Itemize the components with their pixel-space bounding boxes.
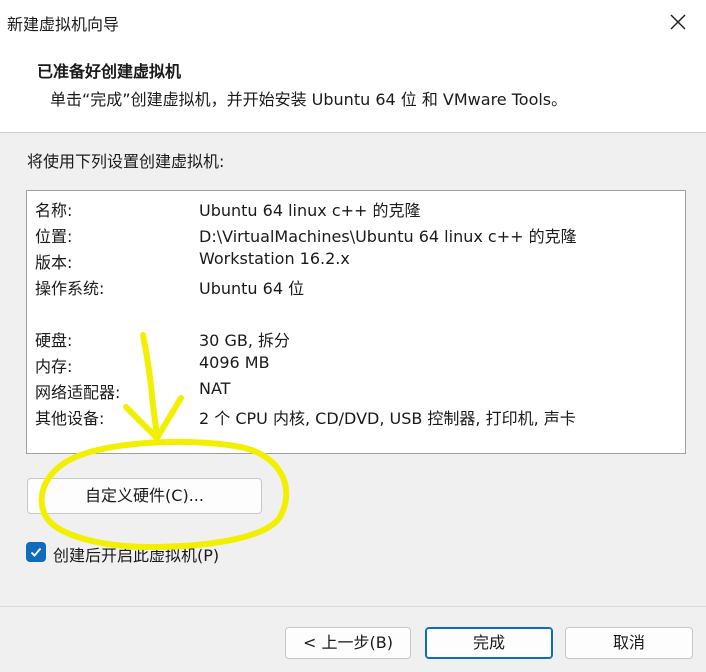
setting-value: Workstation 16.2.x — [199, 249, 350, 268]
wizard-header: 已准备好创建虚拟机 单击“完成”创建虚拟机，并开始安装 Ubuntu 64 位 … — [0, 44, 706, 133]
setting-value: 30 GB, 拆分 — [199, 331, 290, 350]
power-on-label[interactable]: 创建后开启此虚拟机(P) — [53, 542, 219, 566]
finish-button[interactable]: 完成 — [425, 627, 553, 659]
setting-label: 内存: — [35, 357, 73, 376]
setting-value: NAT — [199, 379, 231, 398]
setting-label: 硬盘: — [35, 331, 73, 350]
title-bar: 新建虚拟机向导 — [0, 0, 706, 44]
setting-label: 版本: — [35, 253, 73, 272]
setting-value: Ubuntu 64 linux c++ 的克隆 — [199, 201, 421, 220]
setting-value: D:\VirtualMachines\Ubuntu 64 linux c++ 的… — [199, 227, 577, 246]
setting-value: 4096 MB — [199, 353, 270, 372]
window-title: 新建虚拟机向导 — [7, 15, 120, 34]
cancel-button[interactable]: 取消 — [565, 627, 693, 659]
checkmark-icon — [30, 547, 42, 557]
setting-value: Ubuntu 64 位 — [199, 279, 305, 298]
setting-value: 2 个 CPU 内核, CD/DVD, USB 控制器, 打印机, 声卡 — [199, 409, 576, 428]
footer-divider — [0, 606, 706, 607]
setting-label: 网络适配器: — [35, 383, 121, 402]
power-on-checkbox[interactable] — [26, 542, 46, 562]
close-icon — [670, 14, 686, 30]
setting-label: 位置: — [35, 227, 73, 246]
back-button[interactable]: < 上一步(B) — [285, 627, 411, 659]
setting-label: 操作系统: — [35, 279, 105, 298]
setting-label: 名称: — [35, 201, 73, 220]
setting-label: 其他设备: — [35, 409, 105, 428]
settings-summary: 名称: Ubuntu 64 linux c++ 的克隆 位置: D:\Virtu… — [26, 190, 686, 454]
settings-intro: 将使用下列设置创建虚拟机: — [27, 152, 225, 171]
header-subtitle: 单击“完成”创建虚拟机，并开始安装 Ubuntu 64 位 和 VMware T… — [50, 90, 568, 109]
close-button[interactable] — [650, 0, 706, 44]
customize-hardware-button[interactable]: 自定义硬件(C)... — [27, 478, 262, 514]
header-title: 已准备好创建虚拟机 — [37, 62, 182, 81]
